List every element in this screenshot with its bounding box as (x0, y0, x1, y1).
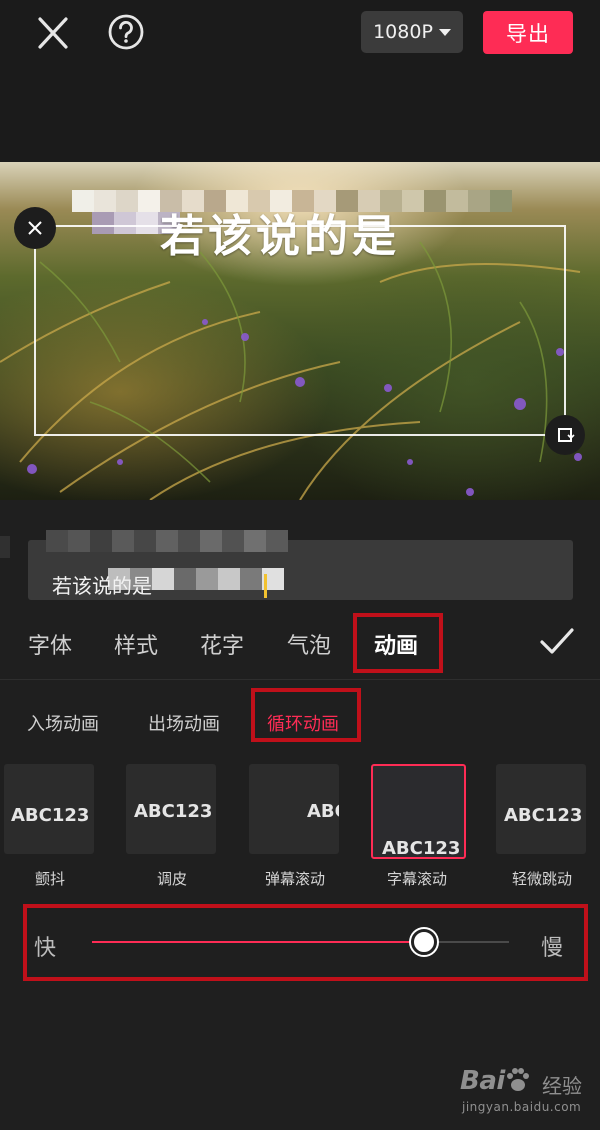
preset-thumbnail: ABC123 (496, 764, 586, 854)
preset-thumbnail: ABC (249, 764, 339, 854)
preset-label: 颤抖 (34, 870, 65, 888)
watermark: Bai 经验 jingyan.baidu.com (460, 1066, 595, 1126)
preset-barrage-scroll[interactable]: ABC 弹幕滚动 (249, 764, 341, 889)
watermark-url: jingyan.baidu.com (462, 1100, 582, 1114)
preset-subtitle-scroll[interactable]: ABC123 字幕滚动 (371, 764, 466, 889)
close-icon (28, 221, 42, 235)
tab-style[interactable]: 样式 (114, 628, 158, 660)
text-caret (264, 574, 267, 598)
preset-label: 字幕滚动 (386, 870, 447, 888)
help-button[interactable] (104, 10, 148, 54)
text-input-value: 若该说的是 (52, 574, 152, 598)
close-button[interactable] (30, 12, 76, 54)
rotate-scale-handle[interactable] (545, 415, 585, 455)
top-bar: 1080P 导出 (0, 0, 600, 162)
animation-presets: ABC123 颤抖 ABC123 调皮 ABC 弹幕滚动 ABC123 字幕滚动… (0, 760, 600, 890)
preset-sample-text: ABC123 (382, 838, 461, 859)
text-input[interactable]: 若该说的是 (28, 530, 573, 600)
resolution-select[interactable]: 1080P (361, 11, 463, 53)
subtab-entrance[interactable]: 入场动画 (27, 710, 99, 736)
chevron-down-icon (438, 28, 451, 36)
preset-sample-text: ABC (307, 801, 339, 822)
tab-font[interactable]: 字体 (28, 628, 72, 660)
preset-thumbnail: ABC123 (126, 764, 216, 854)
tab-bubble[interactable]: 气泡 (287, 628, 331, 660)
help-icon (108, 14, 144, 50)
subtab-exit[interactable]: 出场动画 (148, 710, 220, 736)
text-selection-frame[interactable] (34, 225, 566, 436)
check-icon[interactable] (538, 625, 576, 659)
paw-icon (507, 1068, 529, 1091)
watermark-brand: Bai (460, 1066, 505, 1096)
close-icon (38, 17, 68, 49)
delete-text-button[interactable] (14, 207, 56, 249)
pixelated-blur (46, 530, 288, 552)
edit-tabs: 字体 样式 花字 气泡 动画 (0, 608, 600, 680)
preset-slight-bounce[interactable]: ABC123 轻微跳动 (496, 764, 588, 889)
pixelated-blur (0, 536, 10, 558)
preset-sample-text: ABC123 (11, 805, 90, 826)
watermark-brand-cn: 经验 (542, 1074, 582, 1098)
highlight-box (353, 613, 443, 673)
preset-label: 轻微跳动 (511, 870, 572, 888)
preset-thumbnail: ABC123 (371, 764, 466, 859)
preset-sample-text: ABC123 (134, 801, 213, 822)
export-button[interactable]: 导出 (483, 11, 573, 54)
tab-fancy-text[interactable]: 花字 (200, 628, 244, 660)
highlight-box (23, 904, 588, 981)
text-input-area: 若该说的是 (0, 500, 600, 608)
preset-playful[interactable]: ABC123 调皮 (126, 764, 218, 889)
preset-label: 弹幕滚动 (264, 870, 325, 888)
rotate-icon (558, 428, 575, 442)
preset-thumbnail: ABC123 (4, 764, 94, 854)
highlight-box (251, 688, 361, 742)
preset-label: 调皮 (156, 870, 187, 888)
resolution-value: 1080P (373, 21, 433, 43)
preset-sample-text: ABC123 (504, 805, 583, 826)
preset-tremble[interactable]: ABC123 颤抖 (4, 764, 96, 889)
video-preview[interactable]: 若该说的是 (0, 162, 600, 500)
